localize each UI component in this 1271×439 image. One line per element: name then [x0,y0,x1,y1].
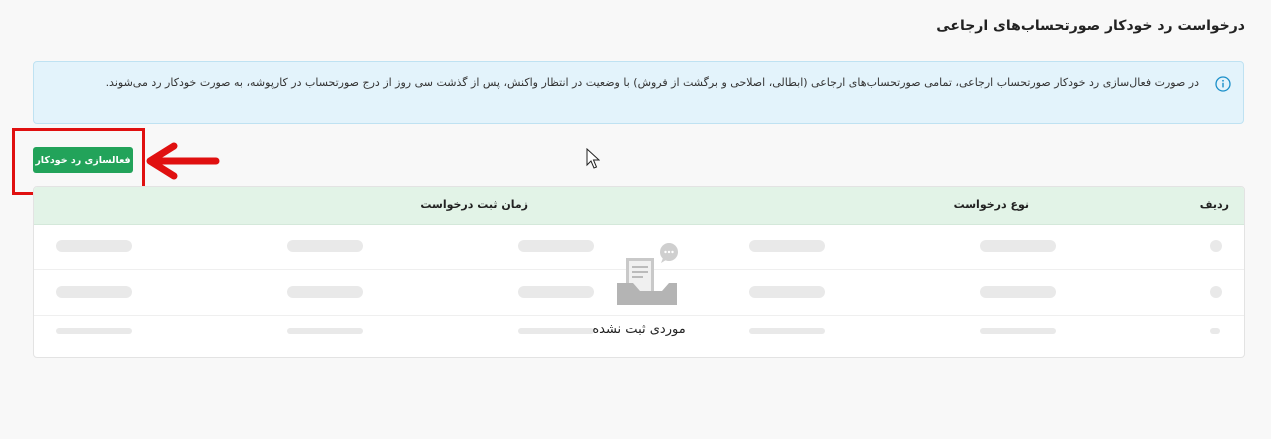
info-alert: در صورت فعال‌سازی رد خودکار صورتحساب ارج… [33,61,1244,124]
skeleton-cell [56,240,132,252]
table-header: ردیف نوع درخواست زمان ثبت درخواست [34,187,1244,225]
skeleton-cell [56,286,132,298]
requests-table: ردیف نوع درخواست زمان ثبت درخواست موردی … [33,186,1245,358]
empty-state-message: موردی ثبت نشده [592,322,686,337]
skeleton-cell [287,240,363,252]
skeleton-cell [518,240,594,252]
column-header-time: زمان ثبت درخواست [420,198,528,211]
skeleton-cell [749,240,825,252]
skeleton-cell [518,286,594,298]
skeleton-cell [980,286,1056,298]
info-icon [1215,76,1231,92]
highlight-annotation [12,128,145,195]
arrow-annotation-icon [140,141,222,185]
mouse-cursor-icon [586,147,601,174]
column-header-type: نوع درخواست [953,198,1029,211]
page-title: درخواست رد خودکار صورتحساب‌های ارجاعی [936,18,1245,34]
info-text: در صورت فعال‌سازی رد خودکار صورتحساب ارج… [105,76,1199,89]
column-header-index: ردیف [1199,198,1229,211]
empty-inbox-icon [612,243,682,313]
skeleton-cell [287,286,363,298]
skeleton-cell [1210,240,1222,252]
skeleton-cell [1210,286,1222,298]
skeleton-cell [749,286,825,298]
skeleton-cell [980,240,1056,252]
